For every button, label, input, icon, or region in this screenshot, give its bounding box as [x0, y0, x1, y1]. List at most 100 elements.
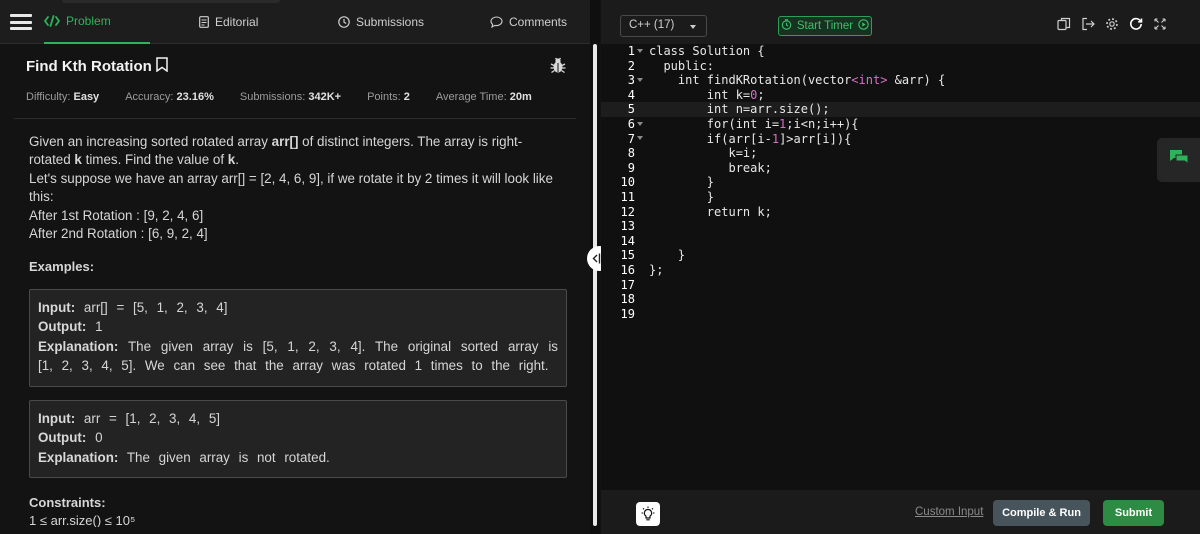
code-line[interactable]: k=i; — [649, 146, 757, 161]
problem-title: Find Kth Rotation — [26, 58, 152, 75]
code-line[interactable]: }; — [649, 263, 663, 278]
start-timer-button[interactable]: Start Timer — [778, 16, 872, 36]
tab-problem[interactable]: Problem — [44, 0, 150, 44]
problem-description: Given an increasing sorted rotated array… — [29, 133, 559, 243]
copy-icon[interactable] — [1057, 17, 1071, 31]
line-number: 14 — [620, 233, 635, 248]
line-number: 11 — [620, 190, 635, 204]
code-line[interactable]: for(int i=1;i<n;i++){ — [649, 117, 859, 132]
compile-run-button[interactable]: Compile & Run — [993, 500, 1090, 526]
line-number: 5 — [627, 102, 635, 117]
timer-icon — [781, 19, 792, 33]
report-bug-icon[interactable] — [550, 57, 566, 79]
meta-average-time: Average Time: 20m — [435, 91, 532, 103]
code-line[interactable]: } — [649, 248, 685, 263]
play-icon — [858, 19, 869, 33]
code-line[interactable]: if(arr[i-1]>arr[i]){ — [649, 132, 852, 147]
meta-submissions: Submissions: 342K+ — [239, 91, 342, 103]
fold-arrow-icon[interactable] — [637, 122, 643, 126]
chevron-down-icon — [690, 25, 696, 29]
tab-editorial[interactable]: Editorial — [199, 0, 258, 44]
example-explanation: The given array is not rotated. — [126, 449, 330, 465]
line-number: 6 — [627, 117, 635, 131]
code-line[interactable]: break; — [649, 161, 771, 176]
tab-label: Editorial — [215, 15, 259, 29]
line-number: 12 — [620, 204, 635, 219]
line-number: 10 — [620, 175, 635, 190]
settings-gear-icon[interactable] — [1105, 17, 1119, 31]
hamburger-menu-icon[interactable] — [10, 14, 32, 30]
lightbulb-hint-icon[interactable] — [636, 502, 660, 526]
reset-icon[interactable] — [1129, 17, 1143, 31]
chat-icon — [1169, 149, 1189, 172]
line-number: 16 — [620, 263, 635, 277]
tab-label: Problem — [66, 14, 111, 28]
example-input: arr[] = [5, 1, 2, 3, 4] — [83, 300, 228, 315]
examples-heading: Examples: — [29, 259, 95, 274]
line-number: 4 — [627, 87, 635, 102]
tab-comments[interactable]: Comments — [490, 0, 567, 44]
example-box-2: Input: arr = [1, 2, 3, 4, 5] Output: 0 E… — [29, 400, 567, 478]
constraints-heading: Constraints: — [29, 495, 106, 510]
meta-points: Points: 2 — [367, 91, 410, 103]
tab-label: Comments — [509, 15, 568, 29]
editor-bottom-bar: Custom Input Compile & Run Submit — [601, 490, 1200, 534]
line-number: 9 — [627, 160, 635, 175]
chat-float-button[interactable] — [1157, 138, 1200, 182]
meta-difficulty: Difficulty: Easy — [26, 91, 100, 103]
timer-label: Start Timer — [796, 20, 854, 32]
code-line[interactable]: int k=0; — [649, 88, 765, 103]
line-number: 13 — [620, 219, 635, 234]
problem-title-row: Find Kth Rotation — [26, 57, 168, 76]
bookmark-icon[interactable] — [156, 57, 168, 76]
line-number: 8 — [627, 146, 635, 161]
line-number: 7 — [627, 131, 635, 146]
description-example-text: Let's suppose we have an array arr[] = [… — [29, 170, 553, 205]
language-select[interactable]: C++ (17) — [620, 15, 707, 37]
editor-pane: C++ (17) Start Timer 1 2 3 4 5 6 7 8 9 1… — [601, 0, 1200, 534]
code-icon — [44, 15, 60, 27]
fold-arrow-icon[interactable] — [637, 49, 643, 53]
chat-bubble-icon — [490, 16, 503, 28]
submit-button[interactable]: Submit — [1103, 500, 1164, 526]
editor-toolbar: C++ (17) Start Timer — [601, 0, 1200, 44]
code-line[interactable]: return k; — [649, 205, 772, 220]
problem-meta: Difficulty: Easy Accuracy: 23.16% Submis… — [26, 91, 558, 103]
problem-pane: Problem Editorial Submissions Comments F… — [0, 0, 590, 534]
fold-arrow-icon[interactable] — [637, 136, 643, 140]
example-output: 0 — [95, 430, 103, 446]
code-line[interactable]: } — [649, 190, 714, 205]
document-icon — [199, 16, 209, 28]
code-line[interactable]: int findKRotation(vector<int> &arr) { — [649, 73, 945, 88]
fullscreen-icon[interactable] — [1153, 17, 1167, 31]
fold-arrow-icon[interactable] — [637, 78, 643, 82]
line-number: 1 — [627, 44, 635, 58]
example-box-1: Input: arr[] = [5, 1, 2, 3, 4] Output: 1… — [29, 289, 567, 387]
example-input: arr = [1, 2, 3, 4, 5] — [83, 411, 220, 426]
meta-accuracy: Accuracy: 23.16% — [125, 91, 214, 103]
example-output: 1 — [95, 319, 103, 335]
tab-label: Submissions — [356, 15, 425, 29]
description-rotation-2: After 2nd Rotation : [6, 9, 2, 4] — [29, 226, 208, 242]
line-number: 2 — [627, 58, 635, 73]
line-number: 15 — [620, 248, 635, 263]
divider-line — [14, 118, 576, 119]
clock-icon — [338, 16, 350, 28]
left-scrollbar[interactable] — [593, 44, 597, 526]
description-rotation-1: After 1st Rotation : [9, 2, 4, 6] — [29, 207, 204, 223]
tab-submissions[interactable]: Submissions — [338, 0, 424, 44]
code-line[interactable]: } — [649, 175, 714, 190]
constraint-line: 1 ≤ arr.size() ≤ 10⁵ — [29, 513, 136, 527]
code-line[interactable]: public: — [649, 59, 714, 74]
code-line[interactable]: class Solution { — [649, 44, 765, 59]
code-line[interactable]: int n=arr.size(); — [649, 102, 830, 117]
language-value: C++ (17) — [629, 19, 675, 31]
line-number: 3 — [627, 73, 635, 88]
line-number: 19 — [620, 306, 635, 321]
custom-input-link[interactable]: Custom Input — [915, 506, 983, 518]
description-paragraph: Given an increasing sorted rotated array… — [29, 134, 523, 168]
upload-icon[interactable] — [1081, 17, 1095, 31]
line-number: 18 — [620, 292, 635, 307]
line-number: 17 — [620, 277, 635, 292]
problem-tab-bar: Problem Editorial Submissions Comments — [0, 0, 590, 44]
